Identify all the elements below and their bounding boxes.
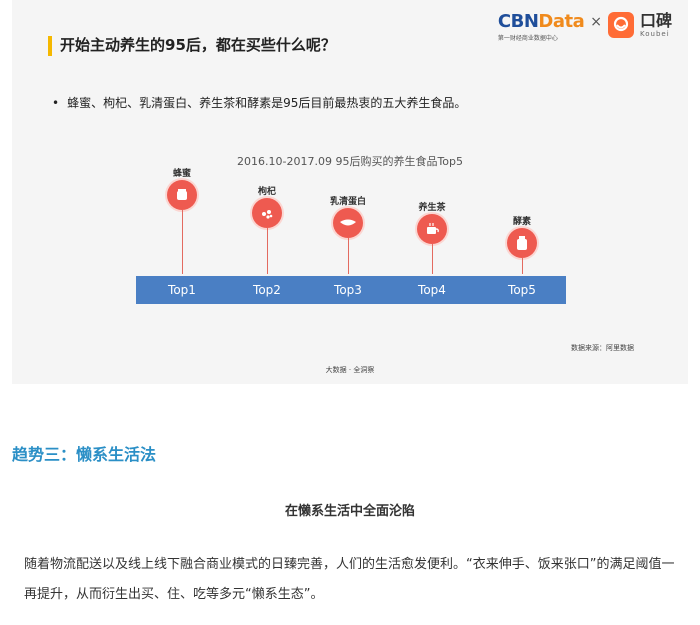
pin-stem <box>521 258 523 274</box>
article-paragraph: 随着物流配送以及线上线下融合商业模式的日臻完善，人们的生活愈发便利。“衣来伸手、… <box>24 557 675 602</box>
pin-stem <box>181 210 183 274</box>
pin-stem <box>266 228 268 274</box>
enzyme-bottle-icon <box>507 228 537 258</box>
honey-jar-icon <box>167 180 197 210</box>
timeline-label-2: Top2 <box>253 283 281 297</box>
cbn-text: CBN <box>497 11 539 32</box>
timeline-label-5: Top5 <box>508 283 536 297</box>
koubei-en: Koubei <box>639 30 670 38</box>
title-accent-bar <box>48 36 52 56</box>
protein-bowl-icon <box>333 208 363 238</box>
pin-item-4: 养生茶 <box>402 200 462 274</box>
pin-stem <box>431 244 433 274</box>
pin-item-3: 乳清蛋白 <box>318 194 378 274</box>
bullet-point: • 蜂蜜、枸杞、乳清蛋白、养生茶和酵素是95后目前最热衷的五大养生食品。 <box>52 94 466 111</box>
bullet-dot-icon: • <box>52 96 60 110</box>
timeline-label-1: Top1 <box>168 283 196 297</box>
slide-footer: 大数据 · 全洞察 <box>325 366 375 374</box>
tea-cup-icon <box>417 214 447 244</box>
data-source: 数据来源：阿里数据 <box>571 344 634 352</box>
pin-item-5: 酵素 <box>492 214 552 274</box>
cbndata-logo: CBNData 第一财经商业数据中心 <box>497 11 585 43</box>
data-text: Data <box>538 11 585 32</box>
koubei-logo-icon <box>607 12 634 38</box>
goji-berry-icon <box>252 198 282 228</box>
pin-item-1: 蜂蜜 <box>152 166 212 274</box>
timeline-label-3: Top3 <box>334 283 362 297</box>
pin-item-name: 枸杞 <box>257 187 276 197</box>
section-heading: 趋势三：懒系生活法 <box>12 445 157 464</box>
pin-item-name: 养生茶 <box>418 203 446 213</box>
infographic-slide: 开始主动养生的95后，都在买些什么呢？ CBNData 第一财经商业数据中心 ×… <box>12 0 688 384</box>
pin-item-name: 乳清蛋白 <box>329 197 366 207</box>
pin-stem <box>347 238 349 274</box>
timeline-label-4: Top4 <box>418 283 446 297</box>
brand-logos: CBNData 第一财经商业数据中心 × 口碑 Koubei <box>497 11 672 43</box>
slide-title: 开始主动养生的95后，都在买些什么呢？ <box>60 36 336 54</box>
timeline-bar: Top1 Top2 Top3 Top4 Top5 <box>136 276 566 304</box>
pin-item-2: 枸杞 <box>237 184 297 274</box>
koubei-cn: 口碑 <box>639 11 672 30</box>
brand-separator: × <box>590 14 602 30</box>
cbndata-tagline: 第一财经商业数据中心 <box>497 35 558 42</box>
subheading: 在懒系生活中全面沦陷 <box>284 504 415 519</box>
bullet-text: 蜂蜜、枸杞、乳清蛋白、养生茶和酵素是95后目前最热衷的五大养生食品。 <box>67 96 467 110</box>
chart-title: 2016.10-2017.09 95后购买的养生食品Top5 <box>237 155 463 168</box>
pin-item-name: 蜂蜜 <box>172 169 191 179</box>
pin-item-name: 酵素 <box>512 217 531 227</box>
